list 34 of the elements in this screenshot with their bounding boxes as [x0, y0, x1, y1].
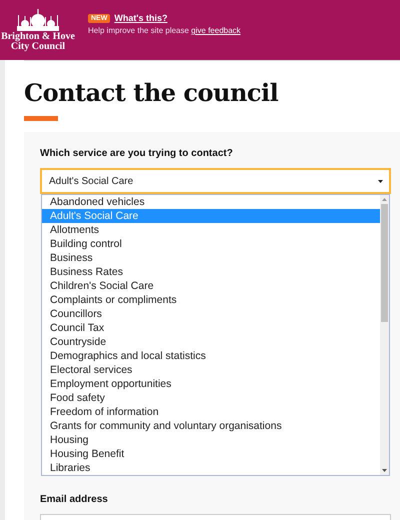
dropdown-option[interactable]: Complaints or compliments: [42, 293, 380, 307]
dropdown-option[interactable]: Councillors: [42, 307, 380, 321]
dropdown-option[interactable]: Employment opportunities: [42, 377, 380, 391]
give-feedback-link[interactable]: give feedback: [191, 26, 241, 35]
dropdown-option[interactable]: Council Tax: [42, 321, 380, 335]
feedback-message: Help improve the site please give feedback: [88, 26, 241, 35]
whats-this-link[interactable]: What's this?: [114, 13, 168, 23]
dropdown-option[interactable]: Building control: [42, 237, 380, 251]
field-label: Email address: [40, 494, 109, 505]
dropdown-option[interactable]: Demographics and local statistics: [42, 349, 380, 363]
dropdown-option[interactable]: Housing Benefit: [42, 447, 380, 461]
palace-icon: [15, 6, 61, 30]
field-label: Which service are you trying to contact?: [40, 148, 234, 159]
dropdown-option[interactable]: Business Rates: [42, 265, 380, 279]
dropdown-option[interactable]: Grants for community and voluntary organisations: [42, 419, 380, 433]
dropdown-option[interactable]: Allotments: [42, 223, 380, 237]
dropdown-option[interactable]: Children's Social Care: [42, 279, 380, 293]
dropdown-option[interactable]: Freedom of information: [42, 405, 380, 419]
council-name: City Council: [10, 42, 66, 52]
title-underline: [24, 116, 58, 121]
caret-icon: [378, 180, 383, 182]
dropdown-option[interactable]: Countryside: [42, 335, 380, 349]
dropdown-option[interactable]: Business: [42, 251, 380, 265]
dropdown-option[interactable]: Libraries: [42, 461, 380, 475]
dropdown-option[interactable]: Electoral services: [42, 363, 380, 377]
dropdown-option[interactable]: Abandoned vehicles: [42, 195, 380, 209]
scrollbar[interactable]: [380, 195, 389, 475]
service-select[interactable]: Adult's Social Care: [40, 168, 391, 194]
dropdown-option[interactable]: Housing: [42, 433, 380, 447]
dropdown-option[interactable]: Food safety: [42, 391, 380, 405]
scroll-up-icon[interactable]: [382, 198, 387, 201]
council-name: Brighton & Hove: [1, 32, 75, 42]
scroll-down-icon[interactable]: [382, 469, 387, 472]
page-title: Contact the council: [24, 77, 280, 109]
